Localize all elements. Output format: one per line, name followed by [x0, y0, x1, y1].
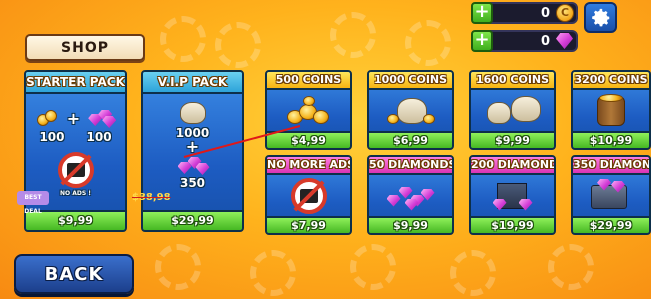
offer-title: 1600 COINS	[471, 72, 554, 90]
add-diamonds-button[interactable]: +	[471, 30, 493, 52]
offer-card-3200-coins[interactable]: 3200 COINS $10,99	[571, 70, 651, 150]
offer-title: 200 DIAMONDS	[471, 157, 554, 175]
offer-card-1600-coins[interactable]: 1600 COINS $9,99	[469, 70, 556, 150]
diamond-chest-icon	[176, 154, 210, 176]
offer-card-350-diamonds[interactable]: 350 DIAMONDS $29,99	[571, 155, 651, 235]
best-deal-badge: BEST DEAL	[17, 191, 49, 215]
offer-title: NO MORE ADS !	[267, 157, 350, 175]
coins-value: 0	[540, 6, 550, 21]
offer-card-50-diamonds[interactable]: 50 DIAMONDS $9,99	[367, 155, 454, 235]
offer-price: $10,99	[573, 131, 649, 148]
diamond-box-icon	[483, 179, 543, 213]
starter-pack-title: STARTER PACK	[26, 72, 125, 94]
back-button[interactable]: BACK	[14, 254, 134, 294]
vip-diamonds-amount: 350	[179, 176, 206, 190]
coins-counter: + 0 C	[471, 2, 578, 24]
offer-price: $4,99	[267, 131, 350, 148]
add-coins-button[interactable]: +	[471, 2, 493, 24]
offer-title: 1000 COINS	[369, 72, 452, 90]
gear-icon	[591, 8, 609, 26]
coin-bag-icon	[383, 94, 439, 128]
background-gear	[350, 244, 396, 290]
offer-price: $9,99	[369, 216, 452, 233]
starter-coins-amount: 100	[39, 130, 65, 144]
offer-card-200-diamonds[interactable]: 200 DIAMONDS $19,99	[469, 155, 556, 235]
offer-price: $19,99	[471, 216, 554, 233]
vip-pack-title: V.I.P PACK	[143, 72, 242, 94]
vip-old-price: $38,98	[132, 192, 171, 203]
coin-icon: C	[556, 4, 574, 22]
background-gear	[405, 20, 451, 66]
vip-pack-card[interactable]: V.I.P PACK 1000 + 350 $29,99	[141, 70, 244, 232]
diamond-icon	[556, 33, 573, 49]
offer-title: 350 DIAMONDS	[573, 157, 649, 175]
coin-pile-icon	[281, 94, 337, 128]
offer-price: $6,99	[369, 131, 452, 148]
starter-diamonds-amount: 100	[86, 130, 112, 144]
plus-sign: +	[66, 108, 81, 128]
starter-no-ads-label: NO ADS !	[60, 190, 91, 197]
page-title: SHOP	[25, 34, 145, 61]
no-ads-icon	[290, 177, 327, 214]
coin-bags-icon	[485, 94, 541, 128]
offer-price: $9,99	[471, 131, 554, 148]
offer-title: 3200 COINS	[573, 72, 649, 90]
offer-card-no-more-ads[interactable]: NO MORE ADS ! $7,99	[265, 155, 352, 235]
background-gear	[450, 250, 496, 296]
settings-button[interactable]	[584, 2, 617, 33]
coin-stack-icon	[35, 108, 61, 128]
diamonds-value: 0	[540, 34, 550, 49]
coin-bag-icon	[179, 102, 206, 124]
plus-sign: +	[185, 137, 200, 156]
background-gear	[548, 244, 594, 290]
vip-pack-price: $29,99	[143, 210, 242, 230]
offer-title: 50 DIAMONDS	[369, 157, 452, 175]
background-gear	[160, 16, 206, 62]
offer-card-1000-coins[interactable]: 1000 COINS $6,99	[367, 70, 454, 150]
offer-price: $29,99	[573, 216, 649, 233]
coin-barrel-icon	[583, 93, 639, 128]
background-gear	[155, 244, 201, 290]
diamond-chest-icon	[581, 178, 641, 213]
background-gear	[250, 250, 296, 296]
background-gear	[330, 12, 376, 58]
offer-card-500-coins[interactable]: 500 COINS $4,99	[265, 70, 352, 150]
no-ads-icon	[57, 152, 94, 188]
background-gear	[215, 22, 261, 68]
diamonds-counter: + 0	[471, 30, 578, 52]
diamond-pile-icon	[381, 179, 441, 213]
offer-price: $7,99	[267, 216, 350, 233]
offer-title: 500 COINS	[267, 72, 350, 90]
diamond-pile-icon	[86, 108, 117, 128]
